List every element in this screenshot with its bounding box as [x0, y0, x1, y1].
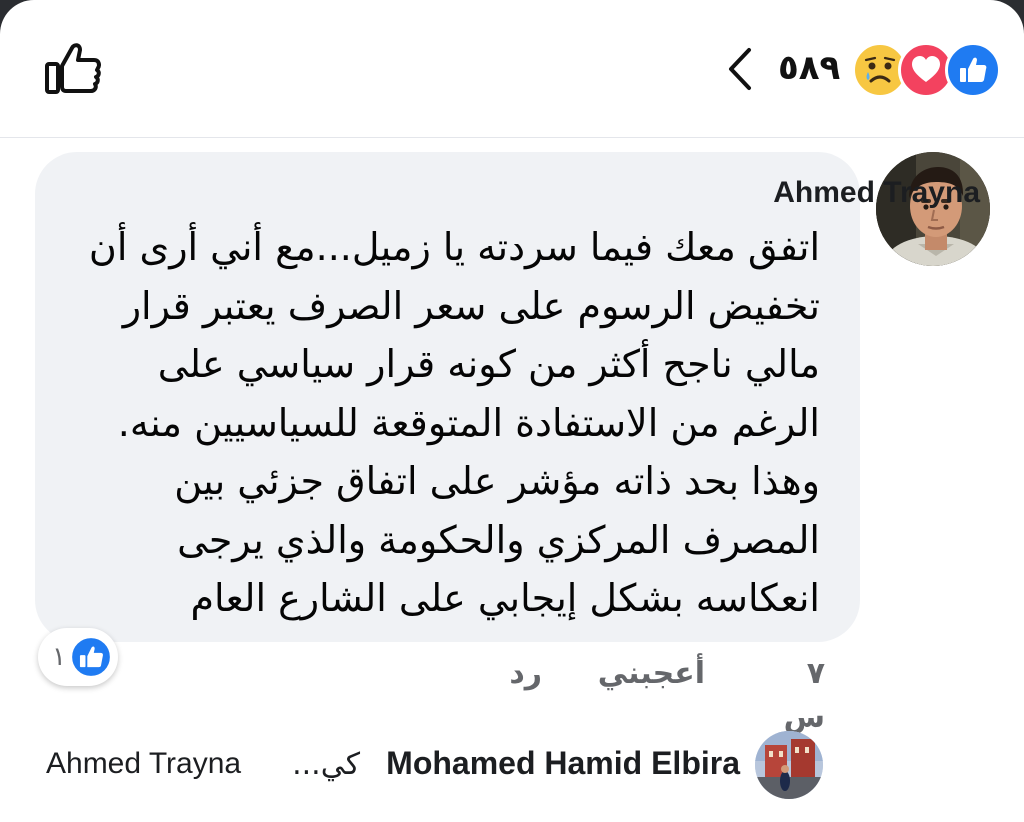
comment-line: مالي ناجح أكثر من كونه قرار سياسي على — [157, 342, 820, 386]
reaction-icons[interactable] — [852, 42, 1001, 98]
comment-text: اتفق معك فيما سردته يا زميل...مع أني أرى… — [70, 218, 820, 628]
comment-line: انعكاسه بشكل إيجابي على الشارع العام — [190, 576, 820, 620]
chevron-left-icon[interactable] — [723, 46, 757, 92]
comment-like-count: ١ — [52, 642, 66, 672]
like-icon — [69, 635, 113, 679]
comments-sheet: ٥٨٩ Ahmed Trayna اتفق معك فيما سردته يا … — [0, 0, 1024, 822]
reactions-header: ٥٨٩ — [0, 0, 1024, 138]
like-icon — [945, 42, 1001, 98]
comment-line: وهذا بحد ذاته مؤشر على اتفاق جزئي بين — [174, 459, 820, 503]
reply-avatar[interactable] — [755, 731, 823, 799]
reply-button[interactable]: رد — [492, 652, 542, 696]
reply-author[interactable]: Mohamed Hamid Elbira — [370, 745, 740, 782]
reply-snippet[interactable]: كي... — [260, 747, 360, 782]
like-button[interactable]: أعجبني — [585, 652, 705, 696]
comment-line: المصرف المركزي والحكومة والذي يرجى — [177, 517, 820, 562]
reaction-count[interactable]: ٥٨٩ — [778, 40, 840, 96]
comment-timestamp: ٧ س — [783, 656, 825, 735]
comment-author[interactable]: Ahmed Trayna — [773, 176, 980, 210]
comment-line: اتفق معك فيما سردته يا زميل...مع أني أرى… — [88, 225, 820, 269]
like-outline-icon[interactable] — [44, 40, 102, 96]
comment-line: تخفيض الرسوم على سعر الصرف يعتبر قرار — [122, 283, 820, 328]
reply-mention[interactable]: Ahmed Trayna — [46, 747, 256, 781]
comment-line: الرغم من الاستفادة المتوقعة للسياسيين من… — [117, 400, 820, 445]
comment-like-count-badge[interactable]: ١ — [38, 628, 118, 686]
